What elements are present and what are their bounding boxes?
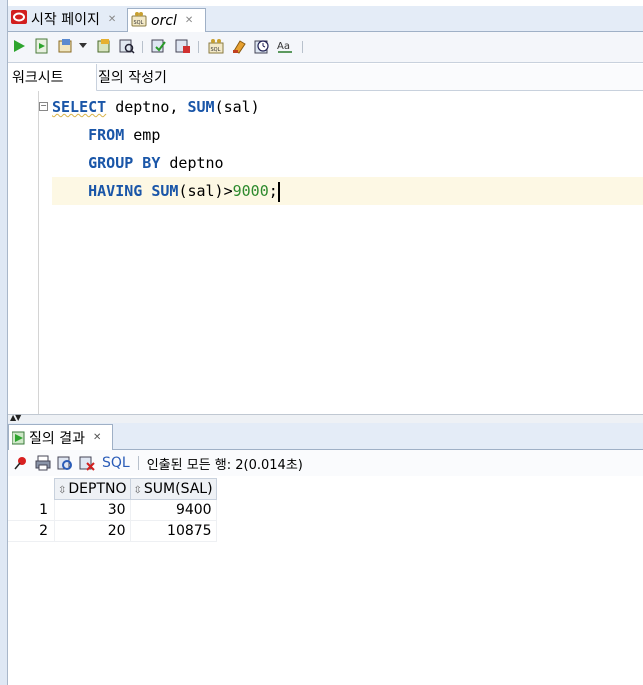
pin-icon[interactable]	[12, 454, 30, 472]
sql-keyword: SUM	[151, 182, 179, 200]
toolbar-separator	[198, 41, 199, 53]
fold-toggle-icon[interactable]: −	[39, 102, 48, 111]
autotrace-icon[interactable]	[57, 37, 75, 55]
svg-text:SQL: SQL	[134, 20, 144, 26]
row-number-header	[8, 478, 55, 500]
close-icon[interactable]: ✕	[93, 432, 101, 443]
sql-keyword: FROM	[88, 126, 125, 144]
code-line[interactable]: GROUP BY deptno	[52, 149, 643, 177]
code-line[interactable]: SELECT deptno, SUM(sal)	[52, 93, 643, 121]
row-number: 1	[8, 499, 55, 521]
editor-gutter	[8, 91, 39, 414]
sort-icon[interactable]: ⇳	[58, 485, 66, 496]
text-cursor	[277, 181, 280, 202]
sql-keyword: SELECT	[52, 98, 107, 116]
table-row[interactable]: 1 30 9400	[8, 499, 217, 521]
tab-worksheet-label: 워크시트	[12, 70, 64, 86]
worksheet-toolbar: SQL Aa	[8, 32, 643, 63]
fetch-status: 인출된 모든 행: 2(0.014초)	[146, 457, 303, 473]
rollback-icon[interactable]	[174, 37, 192, 55]
sql-text: emp	[124, 126, 161, 144]
toolbar-separator	[137, 456, 139, 470]
tab-orcl-label: orcl	[151, 12, 177, 29]
code-line[interactable]: HAVING SUM(sal)>9000;	[52, 177, 643, 205]
run-statement-icon[interactable]	[10, 37, 28, 55]
column-header-deptno[interactable]: ⇳ DEPTNO	[54, 478, 131, 500]
collapse-arrows-icon[interactable]: ▲▼	[10, 413, 21, 422]
sql-keyword: GROUP BY	[88, 154, 161, 172]
history-icon[interactable]	[253, 37, 271, 55]
sql-tuning-icon[interactable]	[118, 37, 136, 55]
sql-link[interactable]: SQL	[102, 455, 130, 471]
table-row[interactable]: 2 20 10875	[8, 520, 217, 542]
row-number: 2	[8, 520, 55, 542]
cell-sum-sal[interactable]: 9400	[130, 499, 217, 521]
sql-keyword: SUM	[187, 98, 215, 116]
cell-deptno[interactable]: 30	[54, 499, 131, 521]
oracle-start-icon	[11, 10, 27, 28]
commit-icon[interactable]	[150, 37, 168, 55]
sql-connection-icon: SQL	[131, 11, 147, 31]
sort-icon[interactable]: ⇳	[134, 485, 142, 496]
refresh-icon[interactable]	[56, 454, 74, 472]
toolbar-separator	[142, 41, 143, 53]
sql-text: ;	[268, 182, 278, 200]
tab-start-page-label: 시작 페이지	[31, 12, 100, 28]
run-script-icon[interactable]	[33, 37, 51, 55]
sql-text: (sal)>	[178, 182, 233, 200]
sql-text: (sal)	[214, 98, 260, 116]
format-icon[interactable]: Aa	[276, 37, 294, 55]
worksheet-subtab-bar: 워크시트 질의 작성기	[8, 64, 643, 92]
tab-query-result[interactable]: 질의 결과 ✕	[8, 424, 113, 450]
delete-sql-icon[interactable]	[78, 454, 96, 472]
svg-text:Aa: Aa	[277, 41, 290, 52]
sql-text: deptno,	[106, 98, 188, 116]
sql-keyword: HAVING	[88, 182, 143, 200]
print-icon[interactable]	[34, 454, 52, 472]
close-icon[interactable]: ✕	[185, 15, 193, 26]
document-tab-bar: 시작 페이지 ✕ SQL orcl ✕	[8, 6, 643, 32]
query-result-icon	[12, 431, 26, 445]
tab-start-page[interactable]: 시작 페이지 ✕	[8, 8, 125, 30]
sql-number: 9000	[232, 182, 269, 200]
results-grid[interactable]: ⇳ DEPTNO ⇳ SUM(SAL) 1 30 9400 2 20 10875	[8, 478, 217, 542]
toolbar-separator	[302, 41, 303, 53]
sql-editor[interactable]: − SELECT deptno, SUM(sal) FROM emp GROUP…	[8, 91, 643, 414]
grid-header-row: ⇳ DEPTNO ⇳ SUM(SAL)	[8, 478, 217, 500]
close-icon[interactable]: ✕	[108, 14, 116, 25]
svg-text:SQL: SQL	[211, 47, 221, 53]
unshared-sql-icon[interactable]: SQL	[207, 37, 225, 55]
clear-icon[interactable]	[230, 37, 248, 55]
results-toolbar: SQL 인출된 모든 행: 2(0.014초)	[8, 450, 643, 476]
results-tab-bar: 질의 결과 ✕	[8, 423, 643, 450]
code-line[interactable]: FROM emp	[52, 121, 643, 149]
tab-worksheet[interactable]: 워크시트	[8, 64, 97, 92]
tab-query-result-label: 질의 결과	[29, 430, 85, 447]
cell-deptno[interactable]: 20	[54, 520, 131, 542]
explain-plan-icon[interactable]	[95, 37, 113, 55]
tab-orcl[interactable]: SQL orcl ✕	[127, 8, 206, 32]
left-edge-bar	[0, 0, 8, 685]
sql-text: deptno	[160, 154, 224, 172]
dropdown-arrow-icon[interactable]	[78, 37, 88, 55]
cell-sum-sal[interactable]: 10875	[130, 520, 217, 542]
tab-query-builder[interactable]: 질의 작성기	[94, 64, 171, 90]
sql-code-area[interactable]: SELECT deptno, SUM(sal) FROM emp GROUP B…	[52, 93, 643, 205]
tab-query-builder-label: 질의 작성기	[98, 70, 167, 86]
column-header-sum-sal[interactable]: ⇳ SUM(SAL)	[129, 478, 217, 500]
